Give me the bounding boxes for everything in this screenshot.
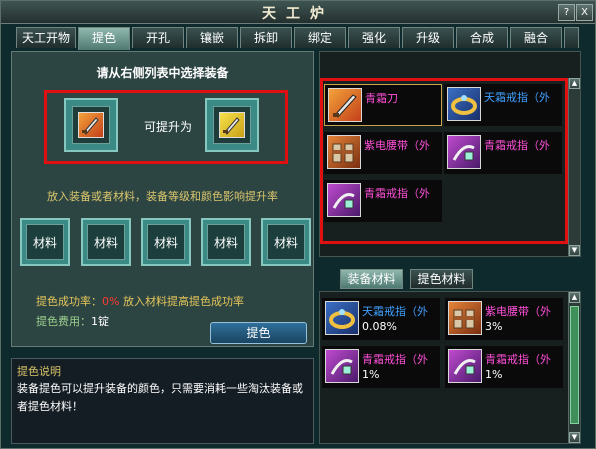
belt-icon (448, 301, 482, 335)
tab-qianghua[interactable]: 强化 (348, 27, 400, 48)
belt-icon (327, 135, 361, 169)
material-slot-1[interactable]: 材料 (20, 218, 70, 266)
tab-shengji[interactable]: 升级 (402, 27, 454, 48)
equipment-name: 青霜刀 (365, 92, 398, 105)
help-button[interactable]: ? (558, 4, 575, 21)
window-title: 天工炉 (262, 6, 334, 22)
equipment-name: 青霜戒指（外 (364, 187, 430, 200)
material-item[interactable]: 紫电腰带（外 3% (445, 298, 563, 340)
equipment-item[interactable]: 紫电腰带（外 (324, 132, 442, 174)
material-item[interactable]: 天霜戒指（外 0.08% (322, 298, 440, 340)
equipment-list: 青霜刀 天霜戒指（外 紫电腰带（外 青霜戒指（外 青霜戒指（外 ▲ ▼ (319, 51, 581, 257)
scroll-up-icon[interactable]: ▲ (569, 78, 580, 89)
tab-equipment-materials[interactable]: 装备材料 (340, 269, 403, 289)
description-body: 装备提色可以提升装备的颜色，只需要消耗一些淘汰装备或者提色材料！ (17, 382, 303, 413)
tab-ronghe[interactable] (564, 27, 579, 48)
ring-icon (447, 135, 481, 169)
sword-icon (328, 88, 362, 122)
ring-icon (448, 349, 482, 383)
result-equipment-slot[interactable] (205, 98, 259, 152)
description-title: 提色说明 (17, 365, 61, 378)
close-button[interactable]: X (576, 4, 593, 21)
title-bar[interactable]: 天工炉 ? X (1, 1, 595, 24)
forge-window: 天工炉 ? X 天工开物 提色 开孔 镶嵌 拆卸 绑定 强化 升级 合成 炼制 … (0, 0, 596, 449)
tab-bangding[interactable]: 绑定 (294, 27, 346, 48)
upgrade-hint: 放入装备或者材料，装备等级和颜色影响提升率 (47, 190, 278, 203)
material-name: 天霜戒指（外 (362, 305, 428, 318)
tab-ronghe-label[interactable]: 融合 (510, 27, 562, 48)
tab-kaikong[interactable]: 开孔 (132, 27, 184, 48)
ring-icon (325, 301, 359, 335)
tab-chaixie[interactable]: 拆卸 (240, 27, 292, 48)
equipment-item[interactable]: 青霜戒指（外 (324, 180, 442, 222)
material-scrollbar[interactable]: ▲ ▼ (568, 292, 580, 443)
material-rate: 0.08% (362, 320, 397, 333)
material-slot-5[interactable]: 材料 (261, 218, 311, 266)
equipment-item[interactable]: 青霜戒指（外 (444, 132, 562, 174)
cost-label: 提色费用： (36, 315, 91, 328)
material-slot-4[interactable]: 材料 (201, 218, 251, 266)
upgrade-color-button[interactable]: 提色 (210, 322, 307, 344)
ring-icon (327, 183, 361, 217)
material-name: 青霜戒指（外 (362, 353, 428, 366)
scroll-thumb[interactable] (570, 306, 579, 424)
material-name: 青霜戒指（外 (485, 353, 551, 366)
description-panel: 提色说明 装备提色可以提升装备的颜色，只需要消耗一些淘汰装备或者提色材料！ (11, 358, 314, 444)
ring-icon (447, 87, 481, 121)
scroll-down-icon[interactable]: ▼ (569, 245, 580, 256)
success-rate-tip: 放入材料提高提色成功率 (122, 295, 244, 308)
tab-xiangqian[interactable]: 镶嵌 (186, 27, 238, 48)
ring-icon (325, 349, 359, 383)
material-item[interactable]: 青霜戒指（外 1% (322, 346, 440, 388)
material-slot-3[interactable]: 材料 (141, 218, 191, 266)
tab-tise[interactable]: 提色 (78, 27, 130, 50)
equipment-scrollbar[interactable]: ▲ ▼ (568, 78, 580, 256)
equipment-item[interactable]: 天霜戒指（外 (444, 84, 562, 126)
material-rate: 3% (485, 320, 503, 333)
success-rate-label: 提色成功率： (36, 295, 102, 308)
material-item[interactable]: 青霜戒指（外 1% (445, 346, 563, 388)
sword-icon (219, 112, 245, 138)
upgrade-cost: 提色费用：1锭 (36, 313, 109, 329)
material-slot-2[interactable]: 材料 (81, 218, 131, 266)
material-list: 天霜戒指（外 0.08% 紫电腰带（外 3% 青霜戒指（外 1% 青霜戒指（外 … (319, 291, 581, 444)
tab-hecheng[interactable]: 合成 (456, 27, 508, 48)
cost-value: 1锭 (91, 315, 109, 328)
panel-header: 请从右侧列表中选择装备 (96, 66, 229, 80)
equipment-name: 天霜戒指（外 (484, 91, 550, 104)
material-rate: 1% (485, 368, 503, 381)
success-rate: 提色成功率：0% 放入材料提高提色成功率 (36, 293, 244, 309)
upgrade-panel: 请从右侧列表中选择装备 可提升为 放入装备或者材料，装备等级和颜色影响提升率 材… (11, 51, 314, 347)
scroll-up-icon[interactable]: ▲ (569, 292, 580, 303)
equipment-name: 青霜戒指（外 (484, 139, 550, 152)
tab-color-materials[interactable]: 提色材料 (410, 269, 473, 289)
material-name: 紫电腰带（外 (485, 305, 551, 318)
tab-tiangong-kaiwu[interactable]: 天工开物 (16, 27, 76, 48)
success-rate-value: 0% (102, 295, 120, 308)
equipment-item[interactable]: 青霜刀 (324, 84, 442, 126)
scroll-down-icon[interactable]: ▼ (569, 432, 580, 443)
upgrade-arrow-label: 可提升为 (143, 120, 192, 134)
source-equipment-slot[interactable] (64, 98, 118, 152)
material-rate: 1% (362, 368, 380, 381)
sword-icon (78, 112, 104, 138)
equipment-name: 紫电腰带（外 (364, 139, 430, 152)
